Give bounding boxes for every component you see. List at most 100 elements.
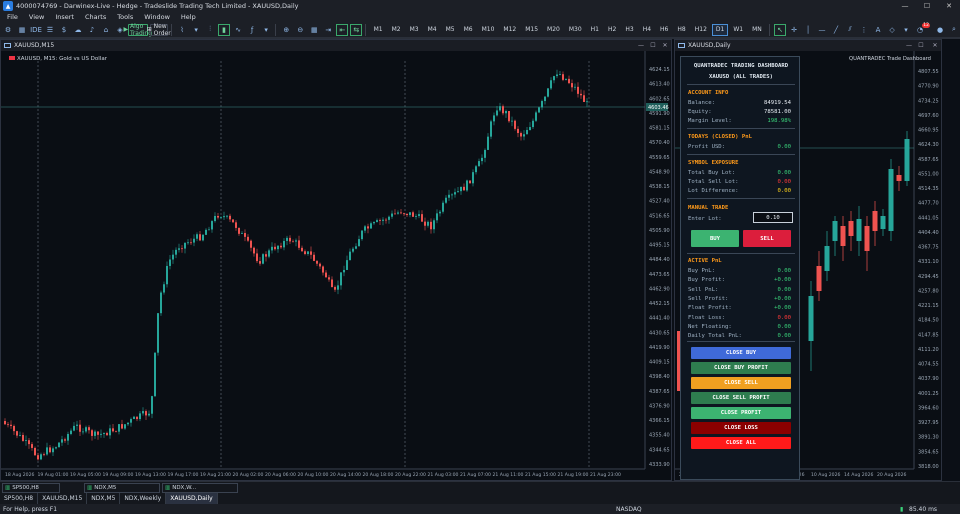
close-icon[interactable]: ✕: [929, 40, 941, 51]
timeframe-h4[interactable]: H4: [639, 24, 655, 36]
timeframe-m3[interactable]: M3: [406, 24, 423, 36]
zoom-in-icon[interactable]: ⊕: [280, 24, 292, 36]
chevron-down-icon[interactable]: ▾: [190, 24, 202, 36]
timeframe-m30[interactable]: M30: [565, 24, 586, 36]
chevron-down-icon[interactable]: ▾: [900, 24, 912, 36]
bar-chart-icon[interactable]: ⫶: [204, 24, 216, 36]
timeframe-m10[interactable]: M10: [478, 24, 499, 36]
bell-icon[interactable]: ♪: [86, 24, 98, 36]
crosshair-icon[interactable]: ✛: [788, 24, 800, 36]
timeframe-h2[interactable]: H2: [604, 24, 620, 36]
cloud-icon[interactable]: ☁: [72, 24, 84, 36]
tab-xauusd-daily[interactable]: XAUUSD,Daily: [166, 493, 218, 504]
lot-input[interactable]: 0.10: [753, 212, 793, 223]
close-sell-profit-button[interactable]: CLOSE SELL PROFIT: [691, 392, 791, 404]
algo-trading-button[interactable]: ▶ Algo Trading: [124, 23, 153, 37]
close-all-button[interactable]: CLOSE ALL: [691, 437, 791, 449]
buy-button[interactable]: BUY: [691, 230, 739, 247]
area-chart-icon[interactable]: ∿: [232, 24, 244, 36]
timeframe-m20[interactable]: M20: [543, 24, 564, 36]
chevron-down-icon[interactable]: ▾: [260, 24, 272, 36]
timeframe-h3[interactable]: H3: [621, 24, 637, 36]
minimized-window[interactable]: ▥ SP500,H8: [2, 483, 60, 493]
zoom-out-icon[interactable]: ⊖: [294, 24, 306, 36]
search-icon[interactable]: ⌕: [948, 24, 960, 36]
tab-sp500-h8[interactable]: SP500,H8: [0, 493, 39, 504]
candle-body: [472, 172, 474, 184]
trendline-icon[interactable]: ╱: [830, 24, 842, 36]
timeframe-h12[interactable]: H12: [691, 24, 711, 36]
menu-view[interactable]: View: [29, 13, 44, 21]
shapes-icon[interactable]: ◇: [886, 24, 898, 36]
autoscroll-icon[interactable]: ⇥: [322, 24, 334, 36]
minimize-icon[interactable]: —: [894, 0, 916, 12]
close-buy-profit-button[interactable]: CLOSE BUY PROFIT: [691, 362, 791, 374]
account-icon[interactable]: ●: [934, 24, 946, 36]
chart-window-titlebar[interactable]: XAUUSD,Daily: [675, 40, 941, 51]
notifications-icon[interactable]: ◔ 12: [914, 22, 931, 36]
sell-button[interactable]: SELL: [743, 230, 791, 247]
timeframe-m15[interactable]: M15: [521, 24, 542, 36]
indicator-icon[interactable]: ƒ: [246, 24, 258, 36]
minimized-window[interactable]: ▥ NDX,M5: [84, 483, 160, 493]
tab-ndx-weekly[interactable]: NDX,Weekly: [120, 493, 167, 504]
minimize-icon[interactable]: —: [903, 40, 915, 51]
timeframe-h1[interactable]: H1: [587, 24, 603, 36]
chart-grid-icon[interactable]: ⇆: [350, 23, 363, 36]
menu-tools[interactable]: Tools: [117, 13, 133, 21]
candle-chart-icon[interactable]: ▮: [218, 23, 231, 36]
maximize-icon[interactable]: ☐: [916, 0, 938, 12]
add-chart-icon[interactable]: ▦: [16, 24, 28, 36]
tile-icon[interactable]: ▦: [308, 24, 320, 36]
close-icon[interactable]: ✕: [659, 40, 671, 51]
timeframe-d1[interactable]: D1: [711, 23, 729, 36]
timeframe-h6[interactable]: H6: [656, 24, 672, 36]
chart-shift-icon[interactable]: ⇤: [336, 23, 349, 36]
m15-candlestick-chart[interactable]: 4624.15 4613.40 4602.65 4591.90 4581.15 4570.…: [1, 51, 671, 481]
timeframe-m1[interactable]: M1: [370, 24, 387, 36]
minimize-icon[interactable]: —: [635, 40, 647, 51]
cursor-icon[interactable]: ↖: [774, 23, 787, 36]
menu-window[interactable]: Window: [144, 13, 170, 21]
tab-xauusd-m15[interactable]: XAUUSD,M15: [38, 493, 88, 504]
maximize-icon[interactable]: ☐: [915, 40, 927, 51]
candle-body: [13, 425, 15, 432]
timeframe-m12[interactable]: M12: [499, 24, 520, 36]
settings-icon[interactable]: ⚙: [2, 24, 14, 36]
close-profit-button[interactable]: CLOSE PROFIT: [691, 407, 791, 419]
channel-icon[interactable]: ⫽: [844, 24, 856, 36]
maximize-icon[interactable]: ☐: [647, 40, 659, 51]
price-tick-label: 4333.90: [649, 462, 670, 468]
ide-button[interactable]: IDE: [30, 24, 42, 36]
status-help: For Help, press F1: [3, 505, 58, 513]
minimized-window[interactable]: ▥ NDX,W...: [162, 483, 238, 493]
timeframe-mn[interactable]: MN: [748, 24, 766, 36]
tab-ndx-m5[interactable]: NDX,M5: [87, 493, 121, 504]
close-loss-button[interactable]: CLOSE LOSS: [691, 422, 791, 434]
menu-help[interactable]: Help: [181, 13, 196, 21]
market-watch-icon[interactable]: $: [58, 24, 70, 36]
timeframe-m4[interactable]: M4: [424, 24, 441, 36]
text-icon[interactable]: A: [872, 24, 884, 36]
timeframe-h8[interactable]: H8: [673, 24, 689, 36]
price-tick-label: 4477.70: [918, 201, 939, 207]
new-order-button[interactable]: ⊞ New Order: [147, 23, 171, 37]
horizontal-line-icon[interactable]: —: [816, 24, 828, 36]
menu-insert[interactable]: Insert: [55, 13, 74, 21]
close-buy-button[interactable]: CLOSE BUY: [691, 347, 791, 359]
menu-charts[interactable]: Charts: [85, 13, 106, 21]
timeframe-w1[interactable]: W1: [729, 24, 747, 36]
timeframe-m6[interactable]: M6: [460, 24, 477, 36]
timeframe-m5[interactable]: M5: [442, 24, 459, 36]
menu-file[interactable]: File: [7, 13, 18, 21]
close-icon[interactable]: ✕: [938, 0, 960, 12]
chart-window-xauusd-m15[interactable]: XAUUSD,M15 — ☐ ✕ 4624.15 4613.40 4602.65 45…: [0, 39, 672, 481]
navigator-icon[interactable]: ⌂: [100, 24, 112, 36]
line-chart-icon[interactable]: ⌇: [176, 24, 188, 36]
timeframe-m2[interactable]: M2: [388, 24, 405, 36]
profile-icon[interactable]: ☰: [44, 24, 56, 36]
vertical-line-icon[interactable]: │: [802, 24, 814, 36]
close-sell-button[interactable]: CLOSE SELL: [691, 377, 791, 389]
chart-window-titlebar[interactable]: XAUUSD,M15: [1, 40, 671, 51]
fibonacci-icon[interactable]: ⋮: [858, 24, 870, 36]
